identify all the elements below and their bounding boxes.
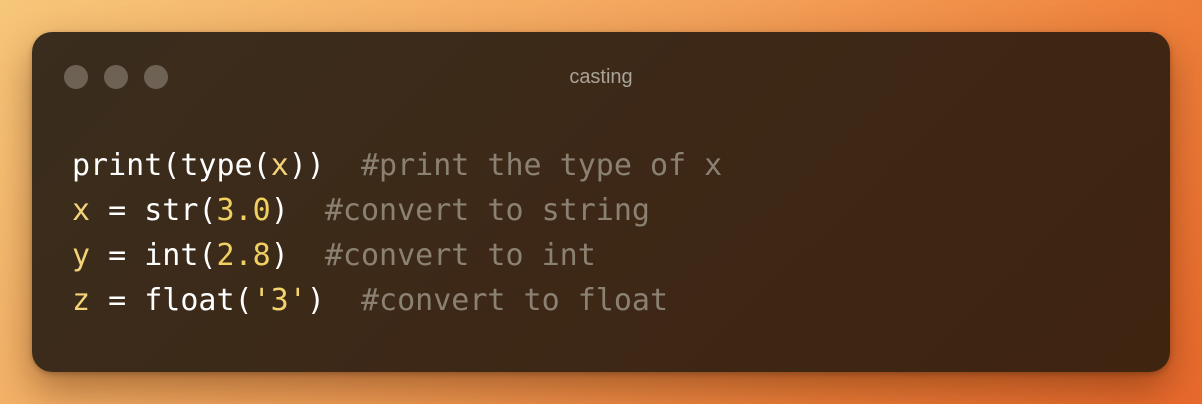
code-token: x [72, 193, 91, 228]
code-line: z = float('3') #convert to float [72, 278, 722, 323]
code-line: x = str(3.0) #convert to string [72, 188, 722, 233]
code-token: = [90, 238, 145, 273]
code-token: str( [144, 193, 217, 228]
code-token: print(type( [72, 148, 271, 183]
code-token: = [90, 193, 145, 228]
window-title: casting [569, 66, 633, 88]
code-comment: #convert to int [324, 238, 596, 273]
code-token: z [72, 283, 91, 318]
window-titlebar: casting [32, 32, 1170, 122]
code-token: 3.0 [216, 193, 271, 228]
code-token: float( [144, 283, 253, 318]
code-block: print(type(x)) #print the type of xx = s… [72, 143, 722, 323]
code-token: = [90, 283, 145, 318]
code-token: 2.8 [216, 238, 271, 273]
code-comment: #convert to float [361, 283, 669, 318]
code-token: x [270, 148, 289, 183]
code-token: ) [270, 193, 289, 228]
code-token: '3' [252, 283, 307, 318]
code-window: casting print(type(x)) #print the type o… [32, 32, 1170, 372]
code-token: ) [270, 238, 289, 273]
code-comment: #convert to string [324, 193, 650, 228]
code-token: int( [144, 238, 217, 273]
code-token: ) [306, 283, 325, 318]
code-token: )) [288, 148, 325, 183]
code-comment: #print the type of x [361, 148, 723, 183]
code-token: y [72, 238, 91, 273]
code-line: print(type(x)) #print the type of x [72, 143, 722, 188]
code-line: y = int(2.8) #convert to int [72, 233, 722, 278]
